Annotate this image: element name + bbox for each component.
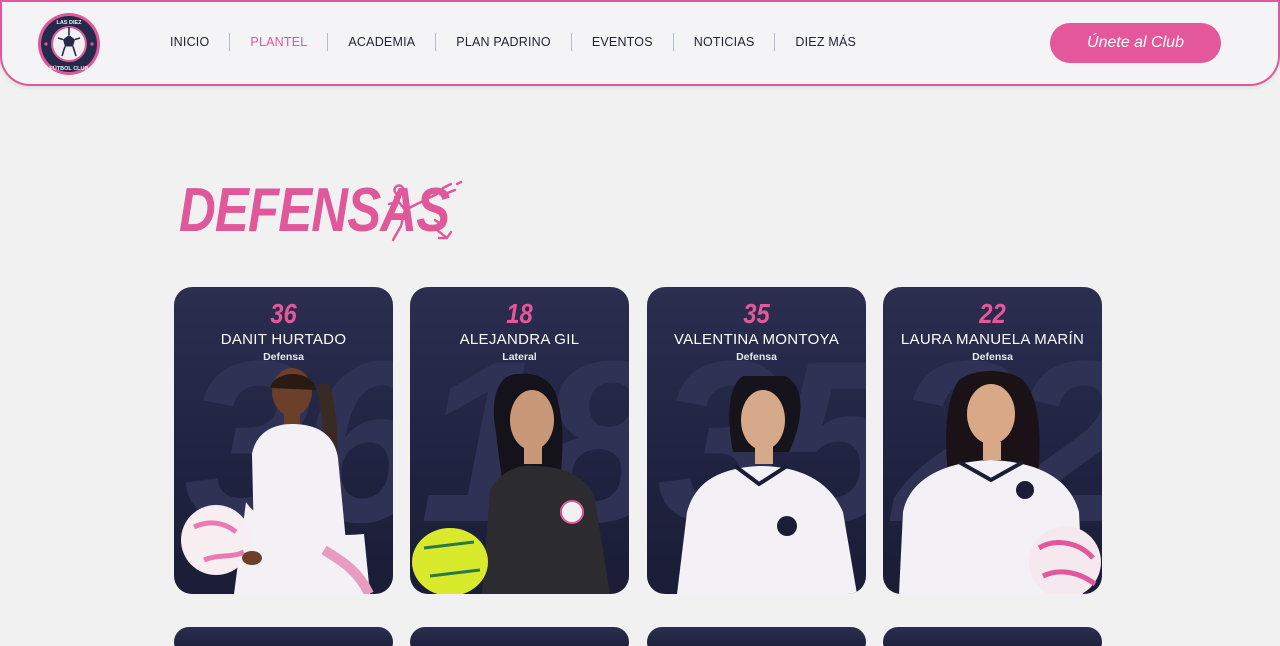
player-card[interactable]: 18 18 ALEJANDRA GIL Lateral	[410, 287, 629, 594]
club-logo-badge-icon: LAS DIEZ FÚTBOL CLUB	[38, 13, 100, 75]
nav-item-inicio[interactable]: INICIO	[154, 33, 229, 51]
main-nav: INICIO PLANTEL ACADEMIA PLAN PADRINO EVE…	[154, 28, 876, 56]
player-photo	[899, 371, 1101, 594]
player-card-partial[interactable]	[883, 627, 1102, 646]
logo-text-bottom: FÚTBOL CLUB	[49, 65, 88, 72]
player-photo	[181, 368, 374, 594]
join-club-button[interactable]: Únete al Club	[1050, 23, 1221, 63]
club-logo[interactable]: LAS DIEZ FÚTBOL CLUB	[37, 12, 101, 76]
nav-item-plantel[interactable]: PLANTEL	[229, 33, 327, 51]
nav-item-eventos[interactable]: EVENTOS	[570, 33, 673, 51]
player-card-partial[interactable]	[174, 627, 393, 646]
player-card-partial[interactable]	[410, 627, 629, 646]
player-number: 36	[270, 298, 297, 329]
logo-text-top: LAS DIEZ	[56, 20, 82, 26]
player-name: ALEJANDRA GIL	[459, 331, 580, 348]
player-card-partial[interactable]	[647, 627, 866, 646]
nav-item-plan-padrino[interactable]: PLAN PADRINO	[435, 33, 571, 51]
kicking-player-icon	[387, 180, 463, 242]
player-photo	[412, 373, 610, 594]
nav-item-academia[interactable]: ACADEMIA	[327, 33, 435, 51]
nav-item-diez-mas[interactable]: DIEZ MÁS	[774, 33, 876, 51]
player-number: 22	[979, 298, 1006, 329]
player-photo	[677, 376, 857, 594]
nav-item-noticias[interactable]: NOTICIAS	[672, 33, 775, 51]
player-card[interactable]: 35 35 VALENTINA MONTOYA Defensa	[647, 287, 866, 594]
player-card[interactable]: 36 36 DANIT HURTADO Defensa	[174, 287, 393, 594]
player-number: 18	[506, 298, 533, 329]
player-name: LAURA MANUELA MARÍN	[900, 331, 1085, 348]
player-name: VALENTINA MONTOYA	[673, 331, 840, 348]
player-card[interactable]: 22 22 LAURA MANUELA MARÍN Defensa	[883, 287, 1102, 594]
top-navbar: LAS DIEZ FÚTBOL CLUB INICIO PLANTEL ACAD…	[0, 0, 1280, 86]
player-name: DANIT HURTADO	[220, 331, 347, 348]
player-number: 35	[743, 298, 770, 329]
